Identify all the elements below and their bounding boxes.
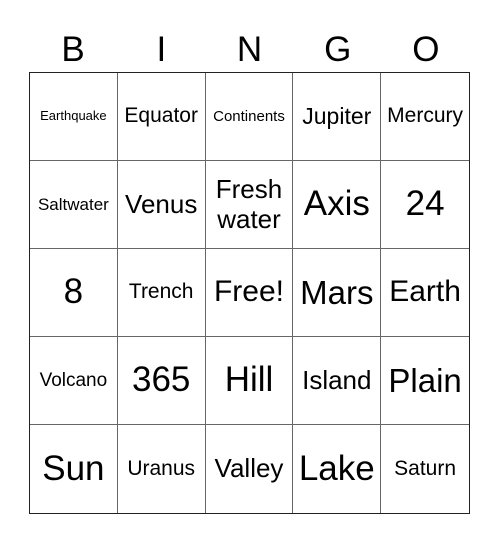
bingo-cell[interactable]: Venus [117, 161, 206, 249]
bingo-cell[interactable]: Mercury [381, 73, 469, 161]
bingo-cell[interactable]: Lake [293, 425, 382, 513]
bingo-cell[interactable]: Axis [293, 161, 382, 249]
bingo-cell[interactable]: Trench [117, 249, 206, 337]
bingo-cell[interactable]: Saltwater [30, 161, 118, 249]
bingo-cell[interactable]: Volcano [30, 337, 118, 425]
bingo-cell[interactable]: Earthquake [30, 73, 118, 161]
bingo-cell[interactable]: 365 [117, 337, 206, 425]
bingo-cell[interactable]: Equator [117, 73, 206, 161]
bingo-cell[interactable]: Earth [381, 249, 469, 337]
header-letter-g: G [324, 30, 352, 69]
bingo-cell[interactable]: Valley [206, 425, 294, 513]
bingo-cell[interactable]: Jupiter [293, 73, 382, 161]
bingo-cell[interactable]: Sun [30, 425, 118, 513]
header-letter-n: N [236, 30, 263, 69]
bingo-cell[interactable]: Saturn [381, 425, 469, 513]
bingo-cell[interactable]: Uranus [118, 425, 206, 513]
header-letter-b: B [61, 30, 85, 69]
bingo-cell[interactable]: Continents [205, 73, 294, 161]
bingo-cell[interactable]: Island [293, 337, 382, 425]
free-space-cell[interactable]: Free! [205, 249, 294, 337]
bingo-cell[interactable]: Hill [205, 337, 294, 425]
bingo-grid: Earthquake Equator Continents Jupiter Me… [29, 72, 470, 514]
bingo-cell[interactable]: Plain [381, 337, 469, 425]
bingo-cell[interactable]: 8 [30, 249, 118, 337]
bingo-cell[interactable]: Mars [293, 249, 382, 337]
bingo-cell[interactable]: 24 [381, 161, 469, 249]
bingo-header: B I N G O [29, 28, 470, 72]
bingo-cell[interactable]: Fresh water [205, 161, 294, 249]
header-letter-o: O [412, 30, 440, 69]
header-letter-i: I [156, 30, 167, 69]
